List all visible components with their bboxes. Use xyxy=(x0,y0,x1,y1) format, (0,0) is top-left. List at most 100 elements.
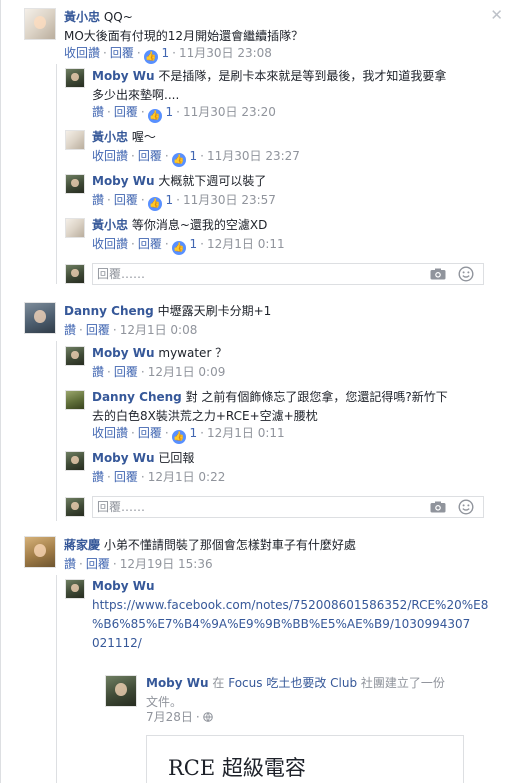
timestamp[interactable]: 7月28日 xyxy=(146,710,193,724)
reply-link[interactable]: 回覆 xyxy=(138,149,162,163)
reply-link[interactable]: 回覆 xyxy=(138,426,162,440)
reply-author[interactable]: Moby Wu xyxy=(92,174,155,188)
reply-input[interactable]: 回覆…… xyxy=(92,496,484,518)
reply-author[interactable]: 黃小忠 xyxy=(92,130,128,144)
comment-meta: 收回讚 · 回覆 · 👍 1 · 11月30日 23:08 xyxy=(64,46,272,64)
like-count[interactable]: 1 xyxy=(190,237,198,251)
comment-meta: 讚 · 回覆 · 12月19日 15:36 xyxy=(64,557,213,571)
reply-input[interactable]: 回覆…… xyxy=(92,263,484,285)
comments-panel: ✕ 黃小忠 QQ~ MO大後面有付現的12月開始還會繼續插隊？ 收回讚 · 回覆 · 👍… xyxy=(0,0,517,783)
avatar[interactable] xyxy=(65,174,85,194)
camera-icon[interactable] xyxy=(430,268,446,280)
reply-text: 喔～ xyxy=(131,130,156,144)
reply-author[interactable]: Moby Wu xyxy=(92,451,155,465)
smiley-icon[interactable] xyxy=(458,266,474,282)
reply-author[interactable]: Moby Wu xyxy=(92,346,155,360)
reply-link[interactable]: 回覆 xyxy=(114,470,138,484)
timestamp[interactable]: 12月1日 0:11 xyxy=(207,426,285,440)
comment-text: 小弟不懂請問裝了那個會怎樣對車子有什麼好處 xyxy=(103,538,356,552)
comment-author[interactable]: Danny Cheng xyxy=(64,304,154,318)
smiley-icon[interactable] xyxy=(458,499,474,515)
like-link[interactable]: 讚 xyxy=(92,193,104,207)
reply-link[interactable]: 回覆 xyxy=(86,557,110,571)
reply-link[interactable]: 回覆 xyxy=(138,237,162,251)
comment-text: QQ~ xyxy=(103,10,133,24)
timestamp[interactable]: 12月1日 0:22 xyxy=(148,470,226,484)
like-link[interactable]: 讚 xyxy=(64,323,76,337)
avatar[interactable] xyxy=(65,68,85,88)
share-meta: 7月28日 · xyxy=(146,708,213,726)
reply-placeholder: 回覆…… xyxy=(97,267,146,281)
like-thumb-icon: 👍 xyxy=(147,197,162,211)
reply-body: Moby Wu 已回報 xyxy=(92,449,492,468)
comment-author[interactable]: 蔣家慶 xyxy=(64,538,100,552)
like-count[interactable]: 1 xyxy=(166,105,174,119)
unlike-link[interactable]: 收回讚 xyxy=(92,237,128,251)
avatar[interactable] xyxy=(24,8,56,40)
reply-link[interactable]: 回覆 xyxy=(114,193,138,207)
reply-author[interactable]: Moby Wu xyxy=(92,579,155,593)
group-link[interactable]: Focus 吃土也要改 Club xyxy=(228,676,357,690)
reply-author[interactable]: Moby Wu xyxy=(92,69,155,83)
timestamp[interactable]: 11月30日 23:08 xyxy=(179,46,272,60)
camera-icon[interactable] xyxy=(430,501,446,513)
unlike-link[interactable]: 收回讚 xyxy=(92,149,128,163)
note-link[interactable]: https://www.facebook.com/notes/752008601… xyxy=(92,598,488,612)
timestamp[interactable]: 11月30日 23:27 xyxy=(207,149,300,163)
like-link[interactable]: 讚 xyxy=(92,105,104,119)
thread-line xyxy=(56,575,57,783)
reply-text: 不是插隊，是刷卡本來就是等到最後，我才知道我要拿 xyxy=(158,69,447,83)
avatar[interactable] xyxy=(65,346,85,366)
avatar[interactable] xyxy=(65,130,85,150)
comment-body: 蔣家慶 小弟不懂請問裝了那個會怎樣對車子有什麼好處 xyxy=(64,536,494,555)
avatar[interactable] xyxy=(24,536,56,568)
comment-author[interactable]: 黃小忠 xyxy=(64,10,100,24)
reply-link[interactable]: 回覆 xyxy=(86,323,110,337)
reply-body: Moby Wu mywater ？ xyxy=(92,344,492,363)
like-link[interactable]: 讚 xyxy=(64,557,76,571)
share-author[interactable]: Moby Wu xyxy=(146,676,209,690)
like-thumb-icon: 👍 xyxy=(143,50,158,64)
avatar[interactable] xyxy=(24,302,56,334)
avatar[interactable] xyxy=(65,451,85,471)
reply-meta: 讚 · 回覆 · 12月1日 0:09 xyxy=(92,365,226,379)
like-link[interactable]: 讚 xyxy=(92,470,104,484)
like-link[interactable]: 讚 xyxy=(92,365,104,379)
reply-text: 等你消息~還我的空濾XD xyxy=(131,218,268,232)
reply-text: mywater ？ xyxy=(158,346,228,360)
timestamp[interactable]: 12月1日 0:08 xyxy=(120,323,198,337)
comment-meta: 讚 · 回覆 · 12月1日 0:08 xyxy=(64,323,198,337)
timestamp[interactable]: 12月19日 15:36 xyxy=(120,557,213,571)
reply-author[interactable]: Danny Cheng xyxy=(92,390,182,404)
avatar[interactable] xyxy=(65,579,85,599)
comment-text: 中壢露天刷卡分期+1 xyxy=(157,304,272,318)
avatar xyxy=(65,264,85,284)
unlike-link[interactable]: 收回讚 xyxy=(92,426,128,440)
note-card[interactable]: RCE 超級電容 xyxy=(146,735,464,783)
reply-link[interactable]: 回覆 xyxy=(114,365,138,379)
avatar[interactable] xyxy=(105,675,137,707)
like-count[interactable]: 1 xyxy=(190,149,198,163)
like-count[interactable]: 1 xyxy=(162,46,170,60)
comment-body: 黃小忠 QQ~ MO大後面有付現的12月開始還會繼續插隊？ xyxy=(64,8,494,46)
note-link[interactable]: 021112/ xyxy=(92,636,142,650)
reply-link[interactable]: 回覆 xyxy=(114,105,138,119)
thread-line xyxy=(56,64,57,284)
like-count[interactable]: 1 xyxy=(166,193,174,207)
like-thumb-icon: 👍 xyxy=(171,241,186,255)
reply-body: Moby Wu 不是插隊，是刷卡本來就是等到最後，我才知道我要拿 多少出來墊啊.… xyxy=(92,67,492,105)
note-card-title[interactable]: RCE 超級電容 xyxy=(168,754,306,782)
avatar[interactable] xyxy=(65,390,85,410)
unlike-link[interactable]: 收回讚 xyxy=(64,46,100,60)
like-count[interactable]: 1 xyxy=(190,426,198,440)
reply-link[interactable]: 回覆 xyxy=(110,46,134,60)
timestamp[interactable]: 12月1日 0:11 xyxy=(207,237,285,251)
note-link[interactable]: %B6%85%E7%B4%9A%E9%9B%BB%E5%AE%B9/103099… xyxy=(92,617,470,631)
avatar[interactable] xyxy=(65,218,85,238)
timestamp[interactable]: 11月30日 23:20 xyxy=(183,105,276,119)
reply-meta: 讚 · 回覆 · 👍 1 · 11月30日 23:57 xyxy=(92,193,276,211)
timestamp[interactable]: 11月30日 23:57 xyxy=(183,193,276,207)
reply-text: 對 之前有個飾條忘了跟您拿，您還記得嗎?新竹下 xyxy=(185,390,448,404)
reply-author[interactable]: 黃小忠 xyxy=(92,218,128,232)
timestamp[interactable]: 12月1日 0:09 xyxy=(148,365,226,379)
